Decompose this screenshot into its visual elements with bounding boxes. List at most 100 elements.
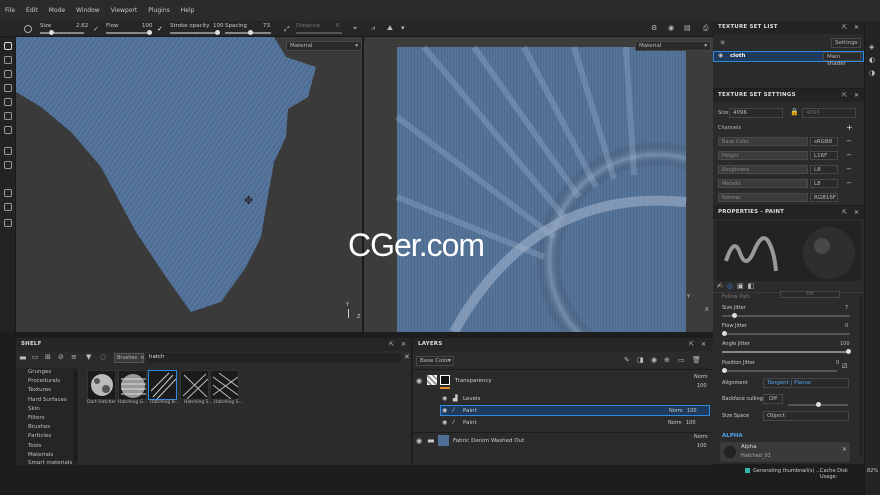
menu-mode[interactable]: Mode: [49, 7, 65, 14]
new-file-icon[interactable]: ▭: [32, 353, 39, 361]
shelf-category[interactable]: Tools: [16, 442, 78, 451]
brush-thumb[interactable]: [180, 370, 209, 400]
layer-opacity[interactable]: 100: [687, 408, 697, 414]
shader-dropdown[interactable]: Main shader: [823, 52, 861, 67]
shelf-category[interactable]: Skin: [16, 405, 78, 414]
stroke-opacity-value[interactable]: 100: [213, 23, 224, 29]
channel-format[interactable]: RGB16F: [810, 193, 838, 202]
close-icon[interactable]: ✕: [701, 341, 706, 348]
lazy-mouse-icon[interactable]: ⤢: [284, 25, 290, 34]
categories-scrollbar[interactable]: [74, 370, 77, 462]
pin-icon[interactable]: ⇱: [842, 209, 847, 216]
close-icon[interactable]: ✕: [854, 209, 859, 216]
stencil-tab-icon[interactable]: ◧: [748, 282, 755, 292]
channel-format[interactable]: L8: [810, 165, 838, 174]
projection-icon[interactable]: [4, 70, 12, 78]
add-folder-icon[interactable]: ▭: [678, 356, 685, 364]
random-seed-icon[interactable]: ⚂: [842, 363, 847, 370]
shelf-category[interactable]: Hard Surfaces: [16, 396, 78, 405]
add-layer-icon[interactable]: ⊕: [664, 356, 670, 364]
backface-culling-toggle[interactable]: Off: [763, 394, 783, 404]
alpha-tab-icon[interactable]: ▣: [737, 282, 744, 292]
size-jitter-slider[interactable]: [722, 313, 850, 318]
menu-edit[interactable]: Edit: [26, 7, 38, 14]
flow-jitter-value[interactable]: 0: [845, 323, 848, 329]
paint-brush-icon[interactable]: [4, 42, 12, 50]
shelf-category[interactable]: Textures: [16, 386, 78, 395]
stroke-opacity-slider[interactable]: [170, 30, 220, 35]
measure-icon[interactable]: [4, 203, 12, 211]
size-slider[interactable]: [40, 30, 84, 35]
pin-icon[interactable]: ⇱: [389, 341, 394, 348]
flow-value[interactable]: 100: [142, 23, 153, 29]
layer-opacity[interactable]: 100: [697, 383, 707, 389]
close-icon[interactable]: ✕: [854, 24, 859, 31]
filter-icon[interactable]: ▼: [86, 353, 91, 361]
brush-tab-icon[interactable]: ✍: [717, 282, 723, 292]
add-channel-icon[interactable]: +: [846, 123, 853, 132]
symmetry-icon[interactable]: ⌖: [353, 24, 357, 33]
settings-arrow-icon[interactable]: ▾: [401, 24, 405, 32]
eye-icon[interactable]: ◉: [416, 437, 422, 445]
photo-icon[interactable]: [4, 189, 12, 197]
flow-slider[interactable]: [106, 30, 152, 35]
layer-blend[interactable]: Norm: [669, 408, 683, 414]
lock-icon[interactable]: 🔒: [790, 108, 799, 116]
layer-blend[interactable]: Norm: [668, 420, 682, 426]
alignment-dropdown[interactable]: Tangent | Planar: [763, 378, 849, 388]
spacing-value[interactable]: 73: [263, 23, 270, 29]
layer-row-paint[interactable]: ◉ ⁄ Paint Norm 100: [413, 418, 714, 429]
geometry-mask-icon[interactable]: [4, 161, 12, 169]
settings-icon[interactable]: [4, 219, 12, 227]
shelf-category[interactable]: Materials: [16, 451, 78, 460]
alpha-slot[interactable]: [720, 442, 850, 462]
layer-row-transparency[interactable]: ◉ Transparency Norm 100: [413, 372, 714, 394]
brush-circle-icon[interactable]: [24, 25, 32, 33]
polygon-fill-icon[interactable]: [4, 84, 12, 92]
shelf-category[interactable]: Brushes: [16, 423, 78, 432]
eye-icon[interactable]: ◉: [442, 419, 447, 426]
smudge-icon[interactable]: [4, 98, 12, 106]
remove-channel-icon[interactable]: −: [846, 137, 852, 145]
eye-icon[interactable]: ◉: [416, 377, 422, 385]
eraser-icon[interactable]: [4, 56, 12, 64]
channel-format[interactable]: L16F: [810, 151, 838, 160]
camera-settings-icon[interactable]: ⚙: [651, 24, 657, 32]
color-picker-icon[interactable]: [4, 126, 12, 134]
menu-window[interactable]: Window: [76, 7, 100, 14]
shelf-category[interactable]: Procedurals: [16, 377, 78, 386]
clear-search-icon[interactable]: ✕: [404, 353, 410, 361]
pin-icon[interactable]: ⇱: [689, 341, 694, 348]
distance-slider[interactable]: [296, 32, 342, 34]
brush-thumb-selected[interactable]: [148, 370, 177, 400]
layer-opacity[interactable]: 100: [686, 420, 696, 426]
size-value[interactable]: 2.62: [76, 23, 88, 29]
texture-set-icon[interactable]: ◈: [869, 43, 874, 51]
clone-icon[interactable]: [4, 112, 12, 120]
size-dropdown-2[interactable]: 4096: [802, 108, 856, 118]
mirror-icon[interactable]: ⩘: [371, 24, 375, 33]
menu-viewport[interactable]: Viewport: [111, 7, 138, 14]
material-tab-icon[interactable]: ◎: [727, 282, 733, 292]
remove-channel-icon[interactable]: −: [846, 179, 852, 187]
remove-channel-icon[interactable]: −: [846, 165, 852, 173]
shelf-category[interactable]: Particles: [16, 432, 78, 441]
remove-channel-icon[interactable]: −: [846, 151, 852, 159]
delete-layer-icon[interactable]: 🗑: [692, 356, 701, 364]
layer-row-paint-selected[interactable]: ◉ ⁄ Paint Norm 100: [440, 405, 710, 416]
filter-tag[interactable]: Brushes ✕: [114, 353, 144, 363]
display-settings-icon[interactable]: ◉: [668, 24, 674, 32]
bake-icon[interactable]: [4, 147, 12, 155]
close-icon[interactable]: ✕: [401, 341, 406, 348]
screenshot-icon[interactable]: ⎙: [703, 24, 709, 33]
position-jitter-value[interactable]: 0: [836, 360, 839, 366]
layer-blend[interactable]: Norm: [694, 374, 708, 380]
channel-dropdown[interactable]: Base Color ▾: [416, 356, 454, 366]
viewport-2d[interactable]: Material ▾ Y X: [364, 37, 713, 332]
follow-path-toggle[interactable]: Off: [780, 291, 840, 298]
shelf-category[interactable]: Grunges: [16, 368, 78, 377]
brush-thumb[interactable]: [210, 370, 239, 400]
add-effect-icon[interactable]: ✎: [624, 356, 630, 364]
brush-thumb[interactable]: [118, 370, 147, 400]
layer-row-fabric[interactable]: ◉ ▬ Fabric Denim Washed Out Norm 100: [413, 432, 714, 452]
